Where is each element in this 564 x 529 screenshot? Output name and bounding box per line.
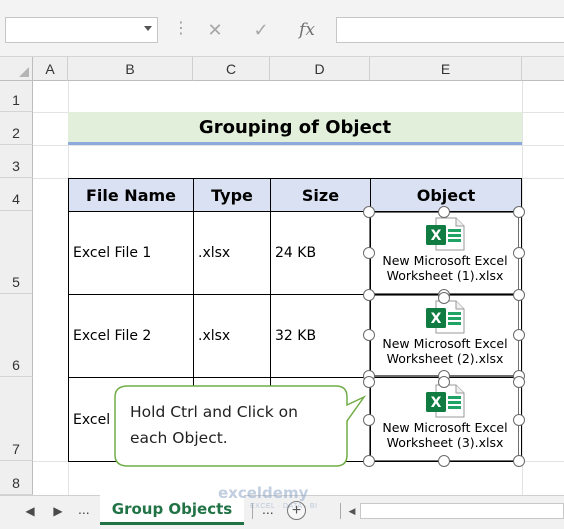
cell-type[interactable]: .xlsx — [193, 211, 271, 295]
callout-line1: Hold Ctrl and Click on — [130, 403, 298, 421]
exceldemy-logo: exceldemy — [218, 484, 308, 502]
page-title[interactable]: Grouping of Object — [68, 112, 522, 145]
row-header-8[interactable]: 8 — [0, 461, 33, 495]
resize-handle[interactable] — [513, 329, 525, 341]
column-header-b[interactable]: B — [68, 57, 193, 81]
name-box[interactable] — [5, 17, 158, 43]
table-header-type[interactable]: Type — [193, 178, 271, 212]
cell-size[interactable]: 32 KB — [270, 294, 371, 378]
resize-handle[interactable] — [438, 455, 450, 467]
row-header-7[interactable]: 7 — [0, 377, 33, 461]
scroll-left-icon[interactable]: ◀ — [345, 502, 359, 520]
resize-handle[interactable] — [513, 289, 525, 301]
more-options-icon[interactable]: ⋮ — [173, 19, 189, 39]
cell-file-name[interactable]: Excel File 1 — [68, 211, 194, 295]
cell-type[interactable]: .xlsx — [193, 294, 271, 378]
check-icon[interactable]: ✓ — [241, 15, 281, 45]
tab-divider — [340, 503, 341, 519]
column-header-a[interactable]: A — [33, 57, 68, 81]
worksheet-grid[interactable]: A B C D E 1 2 3 4 5 6 7 8 Grouping of Ob… — [0, 57, 564, 495]
resize-handle[interactable] — [513, 206, 525, 218]
resize-handle[interactable] — [363, 247, 375, 259]
resize-handle[interactable] — [438, 376, 450, 388]
row-header-1[interactable]: 1 — [0, 81, 33, 112]
resize-handle[interactable] — [363, 329, 375, 341]
row-header-3[interactable]: 3 — [0, 145, 33, 178]
row-header-4[interactable]: 4 — [0, 178, 33, 211]
resize-handle[interactable] — [513, 247, 525, 259]
formula-bar: ⋮ ✕ ✓ fx — [0, 0, 564, 57]
gridline — [33, 145, 564, 146]
instruction-callout: Hold Ctrl and Click on each Object. — [114, 385, 366, 467]
object-selection-frame[interactable] — [369, 295, 519, 376]
object-selection-frame[interactable] — [369, 376, 519, 461]
cell-size[interactable]: 24 KB — [270, 211, 371, 295]
watermark-brand: exceldemy — [218, 484, 309, 502]
resize-handle[interactable] — [513, 455, 525, 467]
cancel-icon[interactable]: ✕ — [195, 15, 235, 45]
gridline — [522, 81, 523, 495]
resize-handle[interactable] — [513, 376, 525, 388]
more-sheets-left[interactable]: ... — [78, 501, 90, 517]
column-header-f[interactable] — [522, 57, 564, 81]
column-header-c[interactable]: C — [193, 57, 270, 81]
insert-function-icon[interactable]: fx — [287, 15, 327, 45]
watermark-tagline: EXCEL · DATA · BI — [250, 503, 318, 510]
cell-file-name[interactable]: Excel File 2 — [68, 294, 194, 378]
resize-handle[interactable] — [438, 292, 450, 304]
callout-line2: each Object. — [130, 429, 228, 447]
row-header-2[interactable]: 2 — [0, 112, 33, 145]
object-selection-frame[interactable] — [369, 212, 519, 294]
scroll-tabs-right-icon[interactable]: ▶ — [50, 504, 66, 518]
column-header-e[interactable]: E — [370, 57, 522, 81]
scroll-tabs-left-icon[interactable]: ◀ — [22, 504, 38, 518]
chevron-down-icon[interactable] — [144, 26, 152, 31]
column-header-d[interactable]: D — [270, 57, 370, 81]
resize-handle[interactable] — [513, 414, 525, 426]
resize-handle[interactable] — [363, 206, 375, 218]
table-header-file-name[interactable]: File Name — [68, 178, 194, 212]
horizontal-scrollbar[interactable] — [360, 503, 564, 519]
table-header-size[interactable]: Size — [270, 178, 371, 212]
resize-handle[interactable] — [363, 289, 375, 301]
resize-handle[interactable] — [438, 206, 450, 218]
formula-input[interactable] — [336, 17, 564, 43]
row-header-5[interactable]: 5 — [0, 211, 33, 294]
row-header-6[interactable]: 6 — [0, 294, 33, 377]
select-all-button[interactable] — [0, 57, 33, 81]
